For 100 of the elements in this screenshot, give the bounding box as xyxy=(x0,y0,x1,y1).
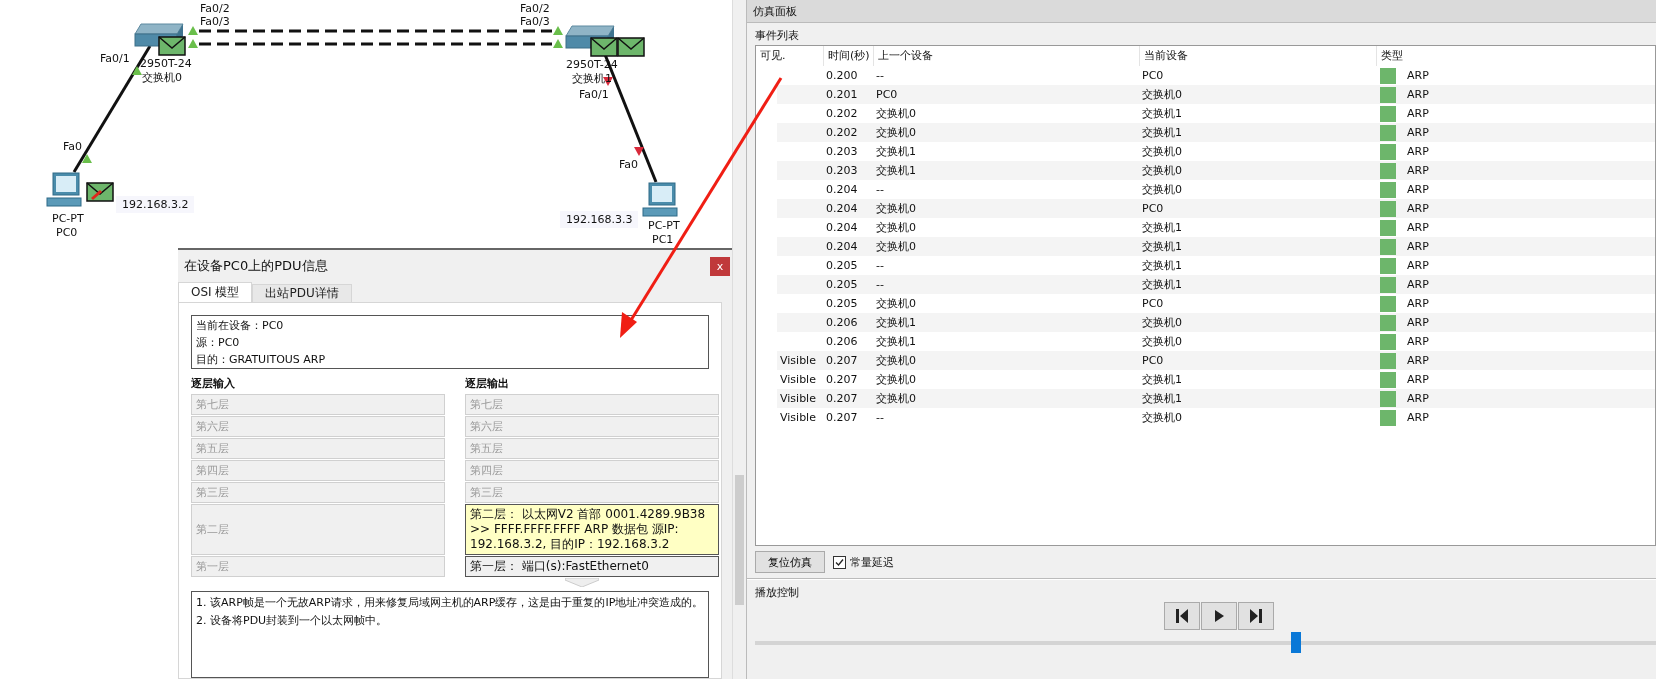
table-cell-text: 交换机1 xyxy=(1141,220,1183,235)
table-cell-text: ARP xyxy=(1406,259,1429,272)
event-row[interactable]: Visible 0.207 交换机0 PC0 ARP xyxy=(777,351,1655,370)
checkbox[interactable] xyxy=(833,555,846,569)
event-row[interactable]: 0.205 -- 交换机1 ARP xyxy=(777,275,1655,294)
table-cell-text: 交换机0 xyxy=(1141,315,1183,330)
table-cell-text: Visible xyxy=(779,354,817,367)
computer-icon[interactable] xyxy=(45,172,85,208)
device-model: 2950T-24 xyxy=(140,57,192,70)
skip-forward-icon xyxy=(1247,607,1265,625)
section-label: 播放控制 xyxy=(754,585,800,601)
table-cell-text: ARP xyxy=(1406,69,1429,82)
device-name: PC1 xyxy=(652,233,674,246)
table-cell-text: ARP xyxy=(1406,373,1429,386)
table-cell-text: 交换机0 xyxy=(875,391,917,406)
table-cell-text: ARP xyxy=(1406,297,1429,310)
table-cell-text: 交换机0 xyxy=(875,372,917,387)
tab[interactable]: 出站PDU详情 xyxy=(252,284,352,302)
playback-button[interactable] xyxy=(1238,602,1274,630)
event-row[interactable]: 0.202 交换机0 交换机1 ARP xyxy=(777,123,1655,142)
device-model: PC-PT xyxy=(52,212,84,225)
checkbox-label: 常量延迟 xyxy=(850,554,894,570)
port-label: Fa0/1 xyxy=(100,52,130,65)
ip-label: 192.168.3.2 xyxy=(116,196,195,213)
table-cell-text: ARP xyxy=(1406,183,1429,196)
table-cell-text: 0.205 xyxy=(825,278,859,291)
port-label: Fa0 xyxy=(619,158,639,171)
table-cell-text: 0.207 xyxy=(825,411,859,424)
event-row[interactable]: 0.204 交换机0 交换机1 ARP xyxy=(777,237,1655,256)
event-row[interactable]: 0.203 交换机1 交换机0 ARP xyxy=(777,161,1655,180)
table-cell-text: 交换机1 xyxy=(875,163,917,178)
event-row[interactable]: 0.206 交换机1 交换机0 ARP xyxy=(777,313,1655,332)
tab[interactable]: OSI 模型 xyxy=(178,282,253,302)
table-cell-text: 交换机0 xyxy=(875,201,917,216)
event-row[interactable]: Visible 0.207 交换机0 交换机1 ARP xyxy=(777,389,1655,408)
table-cell-text: -- xyxy=(875,259,885,272)
table-cell-text: 0.204 xyxy=(825,202,859,215)
table-cell-text: 0.203 xyxy=(825,164,859,177)
table-cell-text: 交换机0 xyxy=(875,296,917,311)
envelope-icon[interactable] xyxy=(590,37,618,57)
table-cell-text: ARP xyxy=(1406,240,1429,253)
panel-title: 仿真面板 xyxy=(753,3,797,19)
table-cell-text: 交换机0 xyxy=(1141,410,1183,425)
table-cell-text: 0.205 xyxy=(825,297,859,310)
table-cell-text: 0.204 xyxy=(825,221,859,234)
event-row[interactable]: 0.201 PC0 交换机0 ARP xyxy=(777,85,1655,104)
table-cell-text: ARP xyxy=(1406,392,1429,405)
port-label: Fa0 xyxy=(63,140,83,153)
table-cell-text: Visible xyxy=(779,411,817,424)
table-cell-text: ARP xyxy=(1406,278,1429,291)
table-cell-text: ARP xyxy=(1406,126,1429,139)
table-cell-text: 交换机1 xyxy=(875,315,917,330)
table-cell-text: 交换机0 xyxy=(875,125,917,140)
port-label: Fa0/1 xyxy=(579,88,609,101)
event-row[interactable]: 0.204 交换机0 PC0 ARP xyxy=(777,199,1655,218)
section-label: 事件列表 xyxy=(754,28,800,44)
skip-back-icon xyxy=(1173,607,1191,625)
layer-row[interactable]: 第一层： 端口(s):FastEthernet0 xyxy=(465,556,719,577)
port-label: Fa0/3 xyxy=(200,15,230,28)
device-model: PC-PT xyxy=(648,219,680,232)
table-cell-text: 0.202 xyxy=(825,107,859,120)
table-cell-text: 交换机0 xyxy=(1141,87,1183,102)
table-cell-text: 0.206 xyxy=(825,335,859,348)
playback-button[interactable] xyxy=(1164,602,1200,630)
table-cell-text: 交换机0 xyxy=(1141,163,1183,178)
reset-button[interactable]: 复位仿真 xyxy=(755,551,825,573)
table-cell-text: ARP xyxy=(1406,316,1429,329)
table-cell-text: 0.207 xyxy=(825,392,859,405)
dialog-title: 在设备PC0上的PDU信息 xyxy=(184,257,328,275)
playback-button[interactable] xyxy=(1201,602,1237,630)
layer-row[interactable]: 第二层： 以太网V2 首部 0001.4289.9B38 >> FFFF.FFFF.FFFF ARP 数据包 源IP: 192.168.3.2, 目的IP：192.168.3.2 xyxy=(465,504,719,555)
table-cell-text: 交换机0 xyxy=(1141,182,1183,197)
port-label: Fa0/2 xyxy=(200,2,230,15)
table-cell-text: 交换机0 xyxy=(875,353,917,368)
table-cell-text: 0.204 xyxy=(825,240,859,253)
table-cell-text: 交换机0 xyxy=(875,239,917,254)
scrollbar[interactable] xyxy=(732,0,746,679)
table-cell-text: 交换机1 xyxy=(1141,239,1183,254)
table-cell-text: 0.204 xyxy=(825,183,859,196)
table-cell-text: ARP xyxy=(1406,411,1429,424)
column-heading: 逐层输出 xyxy=(465,376,510,392)
table-cell-text: PC0 xyxy=(1141,69,1165,82)
slider-thumb[interactable] xyxy=(1290,632,1301,653)
table-cell-text: 交换机1 xyxy=(1141,258,1183,273)
port-label: Fa0/2 xyxy=(520,2,550,15)
info-line: 目的：GRATUITOUS ARP xyxy=(196,352,327,367)
column-heading: 逐层输入 xyxy=(191,376,236,392)
envelope-icon[interactable] xyxy=(617,37,645,57)
close-button[interactable]: x xyxy=(710,256,730,276)
table-cell-text: 交换机1 xyxy=(1141,277,1183,292)
table-cell-text: 0.202 xyxy=(825,126,859,139)
table-cell-text: PC0 xyxy=(1141,297,1165,310)
column-header[interactable]: 可见. xyxy=(756,46,823,66)
table-cell-text: PC0 xyxy=(875,88,899,101)
envelope-icon[interactable] xyxy=(158,36,186,56)
envelope-icon[interactable] xyxy=(86,182,114,202)
table-cell-text: 0.201 xyxy=(825,88,859,101)
computer-icon[interactable] xyxy=(641,182,681,218)
table-cell-text: ARP xyxy=(1406,354,1429,367)
table-cell-text: 0.205 xyxy=(825,259,859,272)
